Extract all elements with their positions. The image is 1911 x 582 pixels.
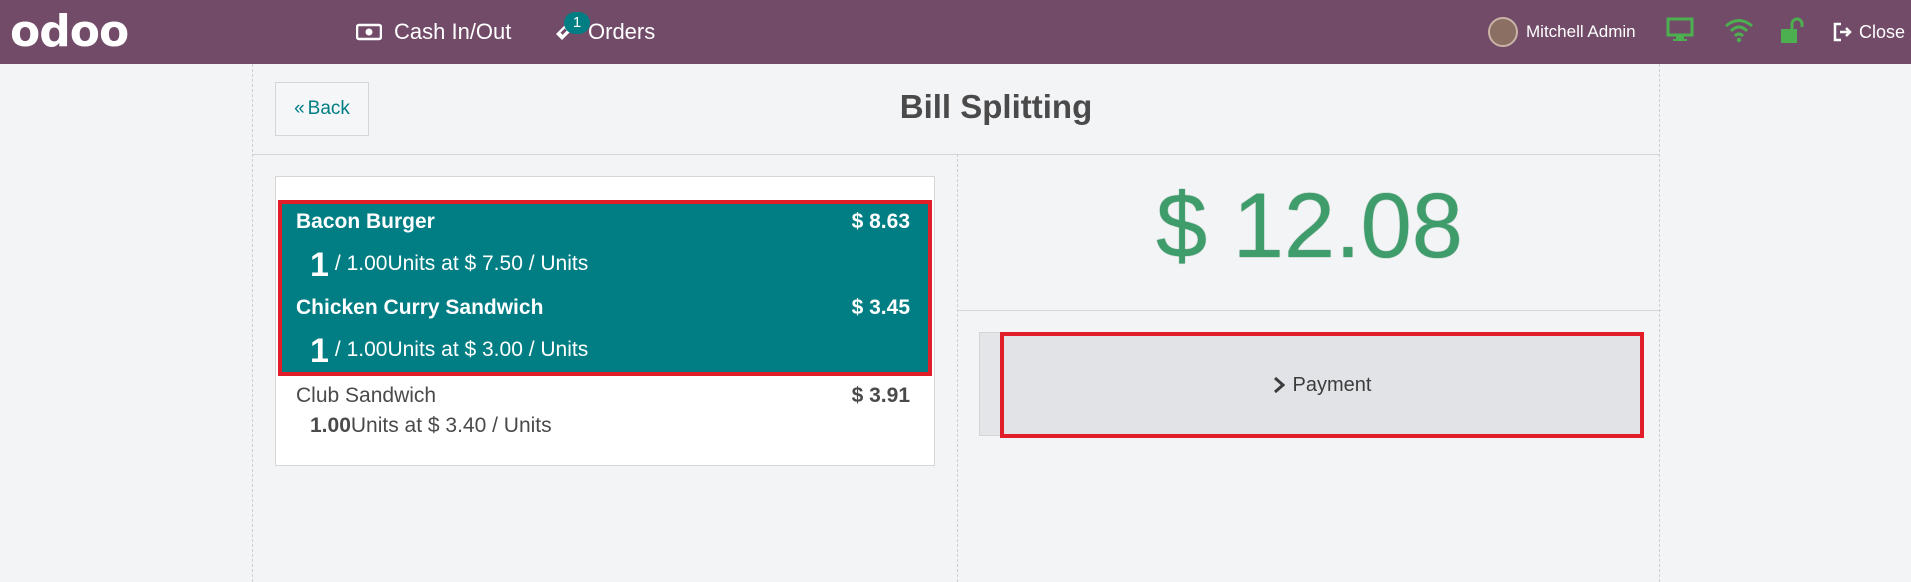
avatar bbox=[1488, 17, 1518, 47]
money-icon bbox=[356, 22, 382, 42]
line-price: $ 8.63 bbox=[851, 210, 910, 233]
orders-count-badge: 1 bbox=[564, 12, 590, 34]
payment-label: Payment bbox=[1292, 373, 1372, 396]
top-navbar: odoo Cash In/Out Orders 1 Mitchell Admin… bbox=[0, 0, 1911, 64]
user-menu[interactable]: Mitchell Admin bbox=[1488, 0, 1636, 64]
product-name: Bacon Burger bbox=[296, 210, 435, 233]
order-line[interactable]: Bacon Burger $ 8.63 1 / 1.00Units at $ 7… bbox=[296, 210, 910, 290]
lock-open-icon[interactable] bbox=[1780, 17, 1806, 50]
selected-qty: 1 bbox=[310, 332, 329, 370]
close-button[interactable]: Close bbox=[1833, 0, 1905, 64]
line-price: $ 3.91 bbox=[851, 384, 910, 407]
cash-in-out-button[interactable]: Cash In/Out bbox=[356, 18, 511, 46]
total-divider bbox=[958, 310, 1661, 311]
user-name: Mitchell Admin bbox=[1526, 22, 1636, 41]
bill-splitting-screen: « Back Bill Splitting Bacon Burger $ 8.6… bbox=[252, 64, 1661, 582]
close-label: Close bbox=[1859, 21, 1906, 42]
qty-unit-info: / 1.00Units at $ 7.50 / Units bbox=[334, 252, 589, 275]
product-name: Chicken Curry Sandwich bbox=[296, 296, 544, 319]
selected-qty: 1 bbox=[310, 246, 329, 284]
orders-label: Orders bbox=[588, 19, 656, 44]
odoo-logo: odoo bbox=[10, 6, 129, 57]
line-info: 1 / 1.00Units at $ 3.00 / Units bbox=[310, 326, 589, 370]
order-line[interactable]: Club Sandwich $ 3.91 1.00 Units at $ 3.4… bbox=[296, 384, 910, 464]
qty-unit-info: Units at $ 3.40 / Units bbox=[350, 414, 552, 437]
line-info: 1 / 1.00Units at $ 7.50 / Units bbox=[310, 240, 589, 284]
page-title: Bill Splitting bbox=[899, 88, 1093, 125]
line-price: $ 3.45 bbox=[851, 296, 910, 319]
order-line[interactable]: Chicken Curry Sandwich $ 3.45 1 / 1.00Un… bbox=[296, 296, 910, 376]
payment-button[interactable]: Payment bbox=[1000, 332, 1644, 438]
order-lines-list: Bacon Burger $ 8.63 1 / 1.00Units at $ 7… bbox=[275, 176, 935, 466]
split-total-amount: $ 12.08 bbox=[1156, 175, 1463, 277]
screen-header: « Back Bill Splitting bbox=[253, 64, 1659, 155]
monitor-icon[interactable] bbox=[1666, 17, 1694, 48]
payment-area: Payment bbox=[979, 332, 1644, 438]
qty-unit-info: / 1.00Units at $ 3.00 / Units bbox=[334, 338, 589, 361]
line-info: 1.00 Units at $ 3.40 / Units bbox=[310, 414, 552, 438]
sign-out-icon bbox=[1833, 22, 1853, 42]
chevron-right-icon bbox=[1273, 376, 1285, 394]
wifi-icon[interactable] bbox=[1724, 17, 1754, 48]
line-qty: 1.00 bbox=[310, 414, 351, 437]
product-name: Club Sandwich bbox=[296, 384, 437, 407]
cash-in-out-label: Cash In/Out bbox=[394, 19, 512, 44]
